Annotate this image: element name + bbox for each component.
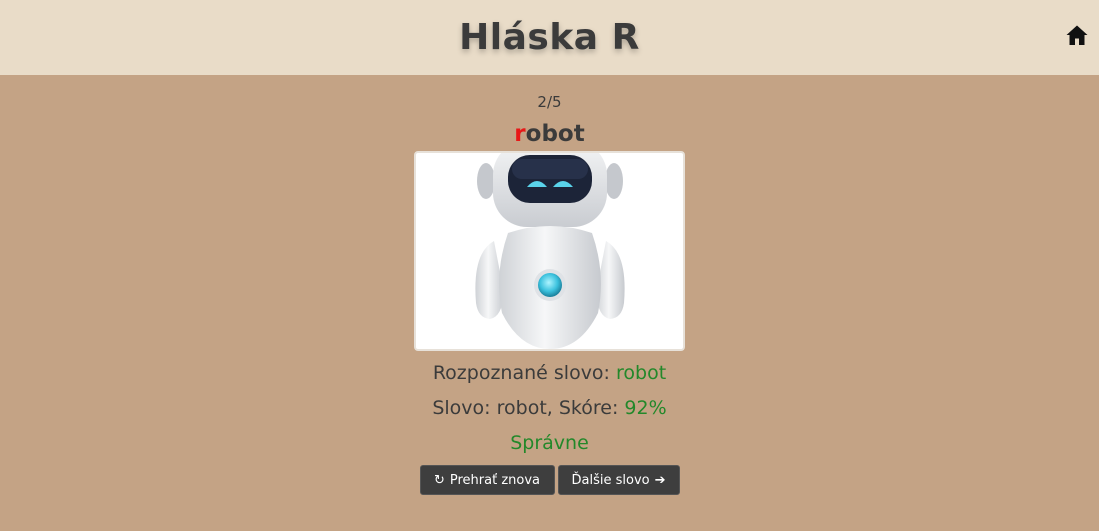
home-icon[interactable] [1065,23,1089,47]
score-label: Slovo: robot, Skóre: [432,397,619,419]
exercise-panel: 2/5 robot Rozpoznané slovo: robot Slovo:… [0,75,1099,495]
recognized-word-value: robot [616,362,667,384]
progress-counter: 2/5 [537,93,562,111]
target-word-first-letter: r [514,121,526,147]
action-buttons: ↻ Prehrať znova Ďalšie slovo ➔ [419,465,680,495]
score-value: 92% [624,397,667,419]
next-word-button-label: Ďalšie slovo [571,472,650,488]
app-header: Hláska R [0,0,1099,75]
robot-illustration [474,153,625,349]
replay-button[interactable]: ↻ Prehrať znova [419,465,555,495]
recognized-word-label: Rozpoznané slovo: [432,362,610,384]
score-line: Slovo: robot, Skóre: 92% [432,391,666,426]
target-word-rest: obot [525,121,585,147]
page-title: Hláska R [459,17,640,58]
arrow-right-icon: ➔ [654,472,666,488]
recognized-word-line: Rozpoznané slovo: robot [433,356,666,391]
replay-button-label: Prehrať znova [449,472,541,488]
word-picture [414,151,685,351]
next-word-button[interactable]: Ďalšie slovo ➔ [557,465,680,495]
target-word: robot [514,119,584,149]
redo-icon: ↻ [433,472,445,488]
verdict-text: Správne [510,432,589,454]
